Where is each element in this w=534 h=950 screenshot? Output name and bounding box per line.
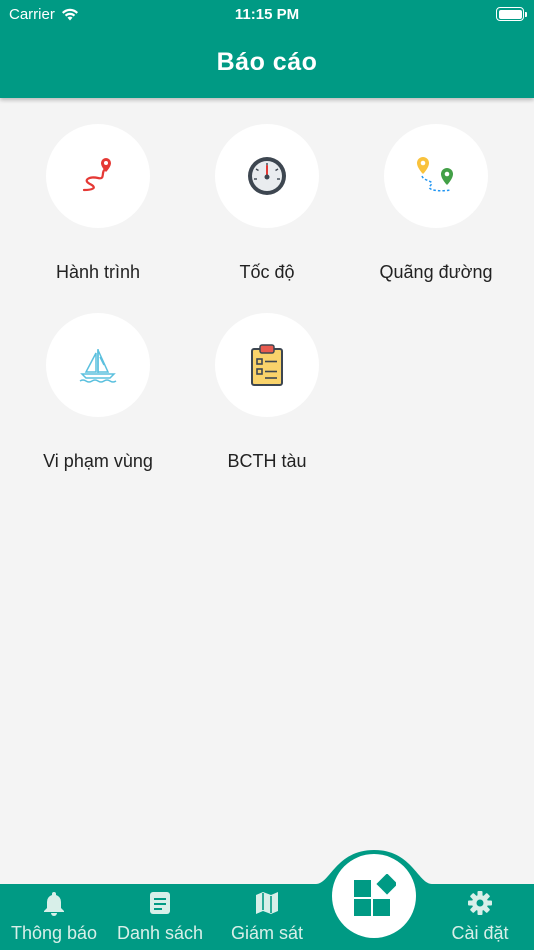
- report-label-zone-violation: Vi phạm vùng: [43, 451, 153, 471]
- battery-icon: [496, 7, 527, 21]
- route-icon: [82, 158, 111, 192]
- distance-pins-icon-circle: [384, 124, 488, 228]
- report-label-speed: Tốc độ: [239, 262, 295, 282]
- distance-pins-icon: [417, 157, 453, 192]
- speedometer-icon-circle: [215, 124, 319, 228]
- nav-notifications[interactable]: Thông báo: [4, 890, 104, 944]
- reports-fab-button[interactable]: [332, 854, 416, 938]
- nav-list-label: Danh sách: [116, 923, 204, 943]
- nav-monitor-label: Giám sát: [230, 923, 304, 943]
- report-tile-distance[interactable]: Quãng đường: [351, 124, 521, 283]
- report-label-vessel-summary: BCTH tàu: [227, 451, 307, 471]
- report-tile-zone-violation[interactable]: Vi phạm vùng: [13, 313, 183, 472]
- status-bar: Carrier 11:15 PM: [0, 0, 534, 28]
- clipboard-icon: [251, 344, 283, 386]
- report-tile-route[interactable]: Hành trình: [13, 124, 183, 283]
- page-title: Báo cáo: [216, 48, 318, 76]
- clock: 11:15 PM: [234, 6, 300, 23]
- report-label-route: Hành trình: [55, 262, 141, 282]
- report-label-distance: Quãng đường: [379, 262, 493, 282]
- app-header: Carrier 11:15 PM Báo cáo: [0, 0, 534, 98]
- sailboat-icon: [79, 349, 117, 383]
- widgets-icon: [354, 874, 396, 916]
- nav-notifications-label: Thông báo: [10, 923, 98, 943]
- document-list-icon: [150, 892, 170, 914]
- nav-monitor[interactable]: Giám sát: [217, 890, 317, 944]
- report-tile-speed[interactable]: Tốc độ: [182, 124, 352, 283]
- nav-settings[interactable]: Cài đặt: [430, 890, 530, 944]
- clipboard-icon-circle: [215, 313, 319, 417]
- sailboat-icon-circle: [46, 313, 150, 417]
- report-tile-vessel-summary[interactable]: BCTH tàu: [182, 313, 352, 472]
- route-icon-circle: [46, 124, 150, 228]
- map-icon: [256, 892, 278, 914]
- nav-list[interactable]: Danh sách: [110, 890, 210, 944]
- nav-settings-label: Cài đặt: [451, 923, 509, 943]
- speedometer-icon: [248, 157, 286, 195]
- bell-icon: [44, 892, 64, 916]
- gear-icon: [468, 891, 492, 915]
- bottom-nav: Thông báo Danh sách Giám sát Cài đặt: [0, 850, 534, 950]
